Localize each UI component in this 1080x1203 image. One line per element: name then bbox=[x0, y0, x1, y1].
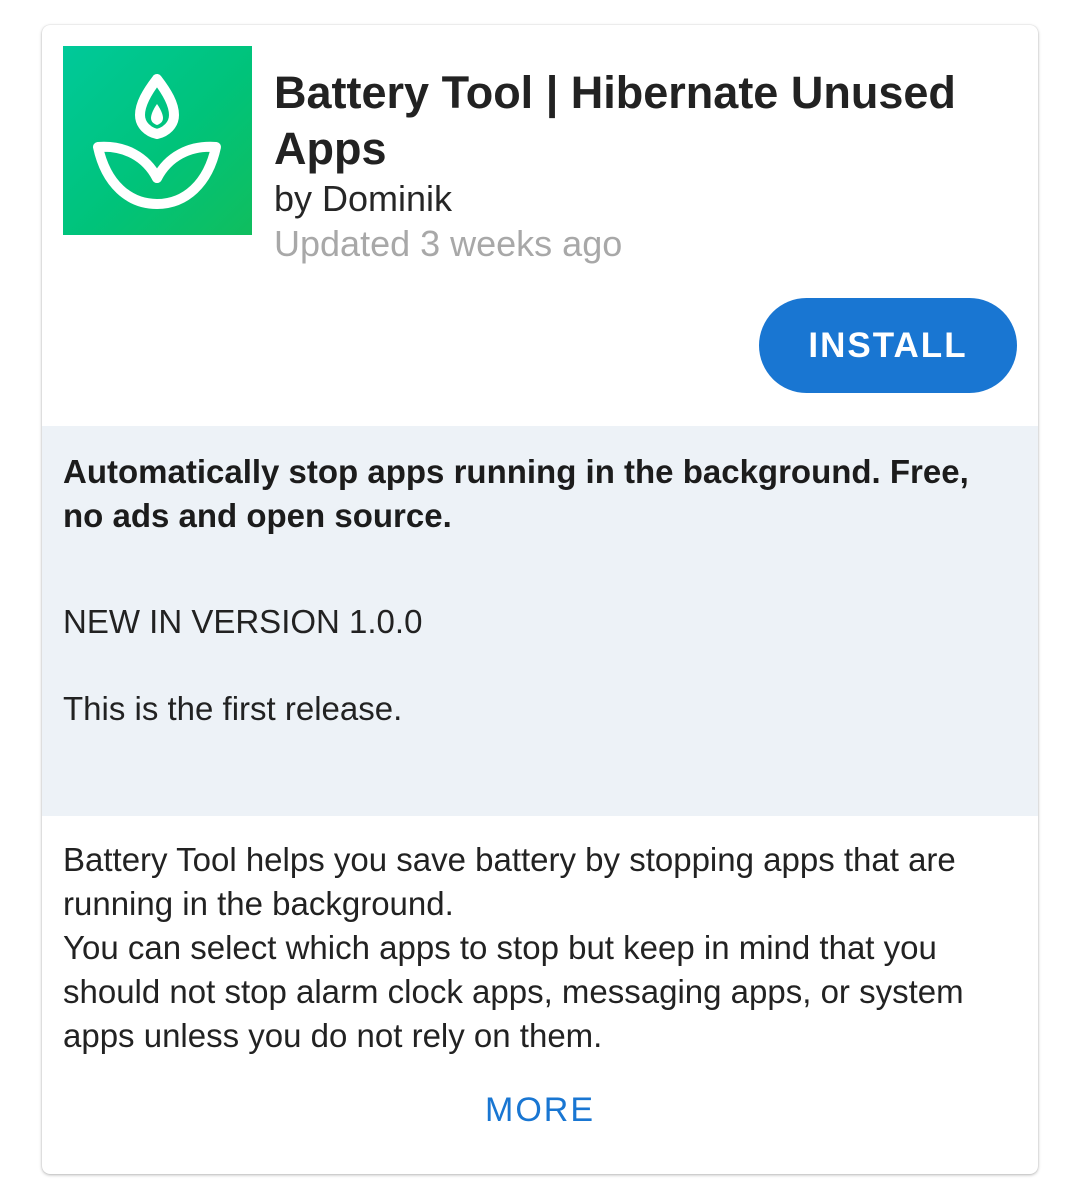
sprout-leaf-icon bbox=[93, 74, 221, 209]
version-notes: This is the first release. bbox=[63, 690, 403, 727]
app-author[interactable]: by Dominik bbox=[274, 177, 452, 221]
app-updated-date: Updated 3 weeks ago bbox=[274, 223, 623, 264]
version-heading: NEW IN VERSION 1.0.0 bbox=[63, 603, 423, 640]
app-icon[interactable] bbox=[63, 46, 252, 235]
install-button[interactable]: INSTALL bbox=[759, 298, 1017, 393]
more-link[interactable]: MORE bbox=[42, 1088, 1038, 1132]
whats-new-section: Automatically stop apps running in the b… bbox=[42, 426, 1038, 816]
app-description: Battery Tool helps you save battery by s… bbox=[63, 841, 964, 1054]
app-summary: Automatically stop apps running in the b… bbox=[63, 453, 969, 534]
app-title: Battery Tool | Hibernate Unused Apps bbox=[274, 67, 956, 174]
app-card: Battery Tool | Hibernate Unused Apps by … bbox=[42, 25, 1038, 1174]
